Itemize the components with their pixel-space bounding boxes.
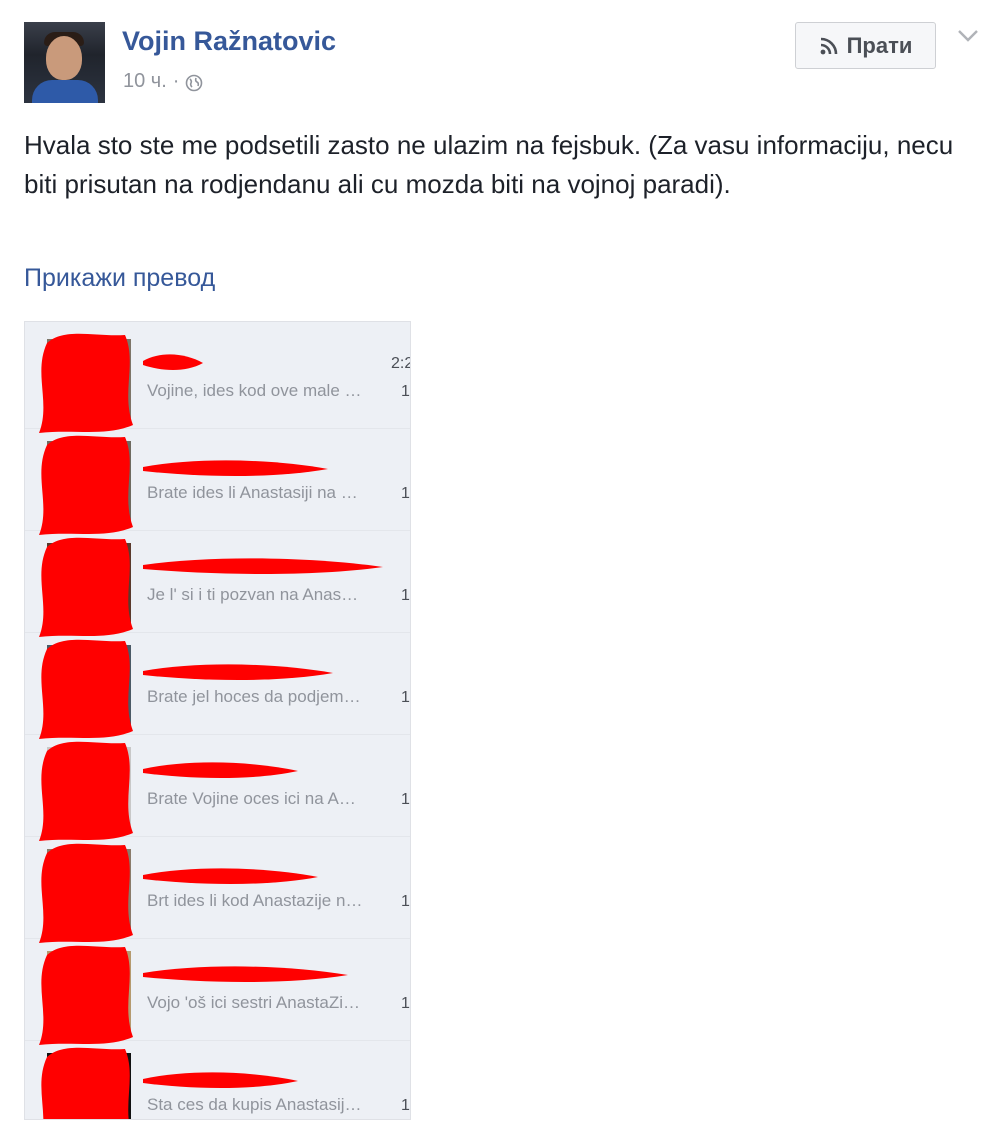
contact-avatar <box>47 543 131 627</box>
chevron-down-icon[interactable] <box>956 28 980 44</box>
message-row[interactable]: Brate Vojine oces ici na A… 1 <box>25 733 410 837</box>
message-preview: Brate ides li Anastasiji na … <box>147 483 358 502</box>
message-time-suffix: 1 <box>401 485 410 502</box>
follow-button[interactable]: Прати <box>795 22 936 69</box>
avatar-face <box>46 36 82 80</box>
message-row[interactable]: Brate ides li Anastasiji na … 1 <box>25 427 410 531</box>
message-row[interactable]: Je l' si i ti pozvan na Anas… 1 <box>25 529 410 633</box>
globe-icon[interactable] <box>185 74 203 92</box>
message-time-suffix: 1 <box>401 1097 410 1114</box>
message-time-suffix: 1 <box>401 383 410 400</box>
message-row[interactable]: Vojo 'oš ici sestri AnastaZi… 1 <box>25 937 410 1041</box>
message-preview: Je l' si i ti pozvan na Anas… <box>147 585 359 604</box>
contact-avatar <box>47 849 131 933</box>
message-time-suffix: 1 <box>401 893 410 910</box>
post-text: Hvala sto ste me podsetili zasto ne ulaz… <box>24 130 954 199</box>
contact-avatar <box>47 645 131 729</box>
message-preview: Brate Vojine oces ici na A… <box>147 789 356 808</box>
author-name[interactable]: Vojin Ražnatovic <box>122 26 336 57</box>
message-preview: Vojine, ides kod ove male … <box>147 381 362 400</box>
contact-avatar <box>47 747 131 831</box>
message-preview: Brate jel hoces da podjem… <box>147 687 361 706</box>
message-row[interactable]: Brate jel hoces da podjem… 1 <box>25 631 410 735</box>
message-time-suffix: 1 <box>401 791 410 808</box>
show-translation-link[interactable]: Прикажи превод <box>24 264 215 293</box>
author-avatar[interactable] <box>24 22 105 103</box>
post-meta: 10 ч. · <box>123 70 203 93</box>
contact-avatar <box>47 339 131 423</box>
message-time-suffix: 1 <box>401 689 410 706</box>
message-time-suffix: 1 <box>401 995 410 1012</box>
message-row[interactable]: Vojine, ides kod ove male … 1 2:2 <box>25 325 410 429</box>
post-timestamp[interactable]: 10 ч. <box>123 70 167 93</box>
message-preview: Vojo 'oš ici sestri AnastaZi… <box>147 993 360 1012</box>
message-preview: Brt ides li kod Anastazije n… <box>147 891 363 910</box>
message-row[interactable]: Sta ces da kupis Anastasij… 1 <box>25 1039 410 1119</box>
rss-icon <box>820 37 837 54</box>
meta-separator: · <box>172 70 180 92</box>
contact-avatar <box>47 441 131 525</box>
message-time-suffix: 1 <box>401 587 410 604</box>
message-row[interactable]: Brt ides li kod Anastazije n… 1 <box>25 835 410 939</box>
contact-avatar <box>47 951 131 1035</box>
message-time: 2:2 <box>391 355 410 372</box>
follow-label: Прати <box>846 32 913 58</box>
attached-screenshot[interactable]: Vojine, ides kod ove male … 1 2:2 Brate ide… <box>24 321 411 1120</box>
avatar-shirt <box>32 80 98 103</box>
message-preview: Sta ces da kupis Anastasij… <box>147 1095 362 1114</box>
contact-avatar <box>47 1053 131 1119</box>
